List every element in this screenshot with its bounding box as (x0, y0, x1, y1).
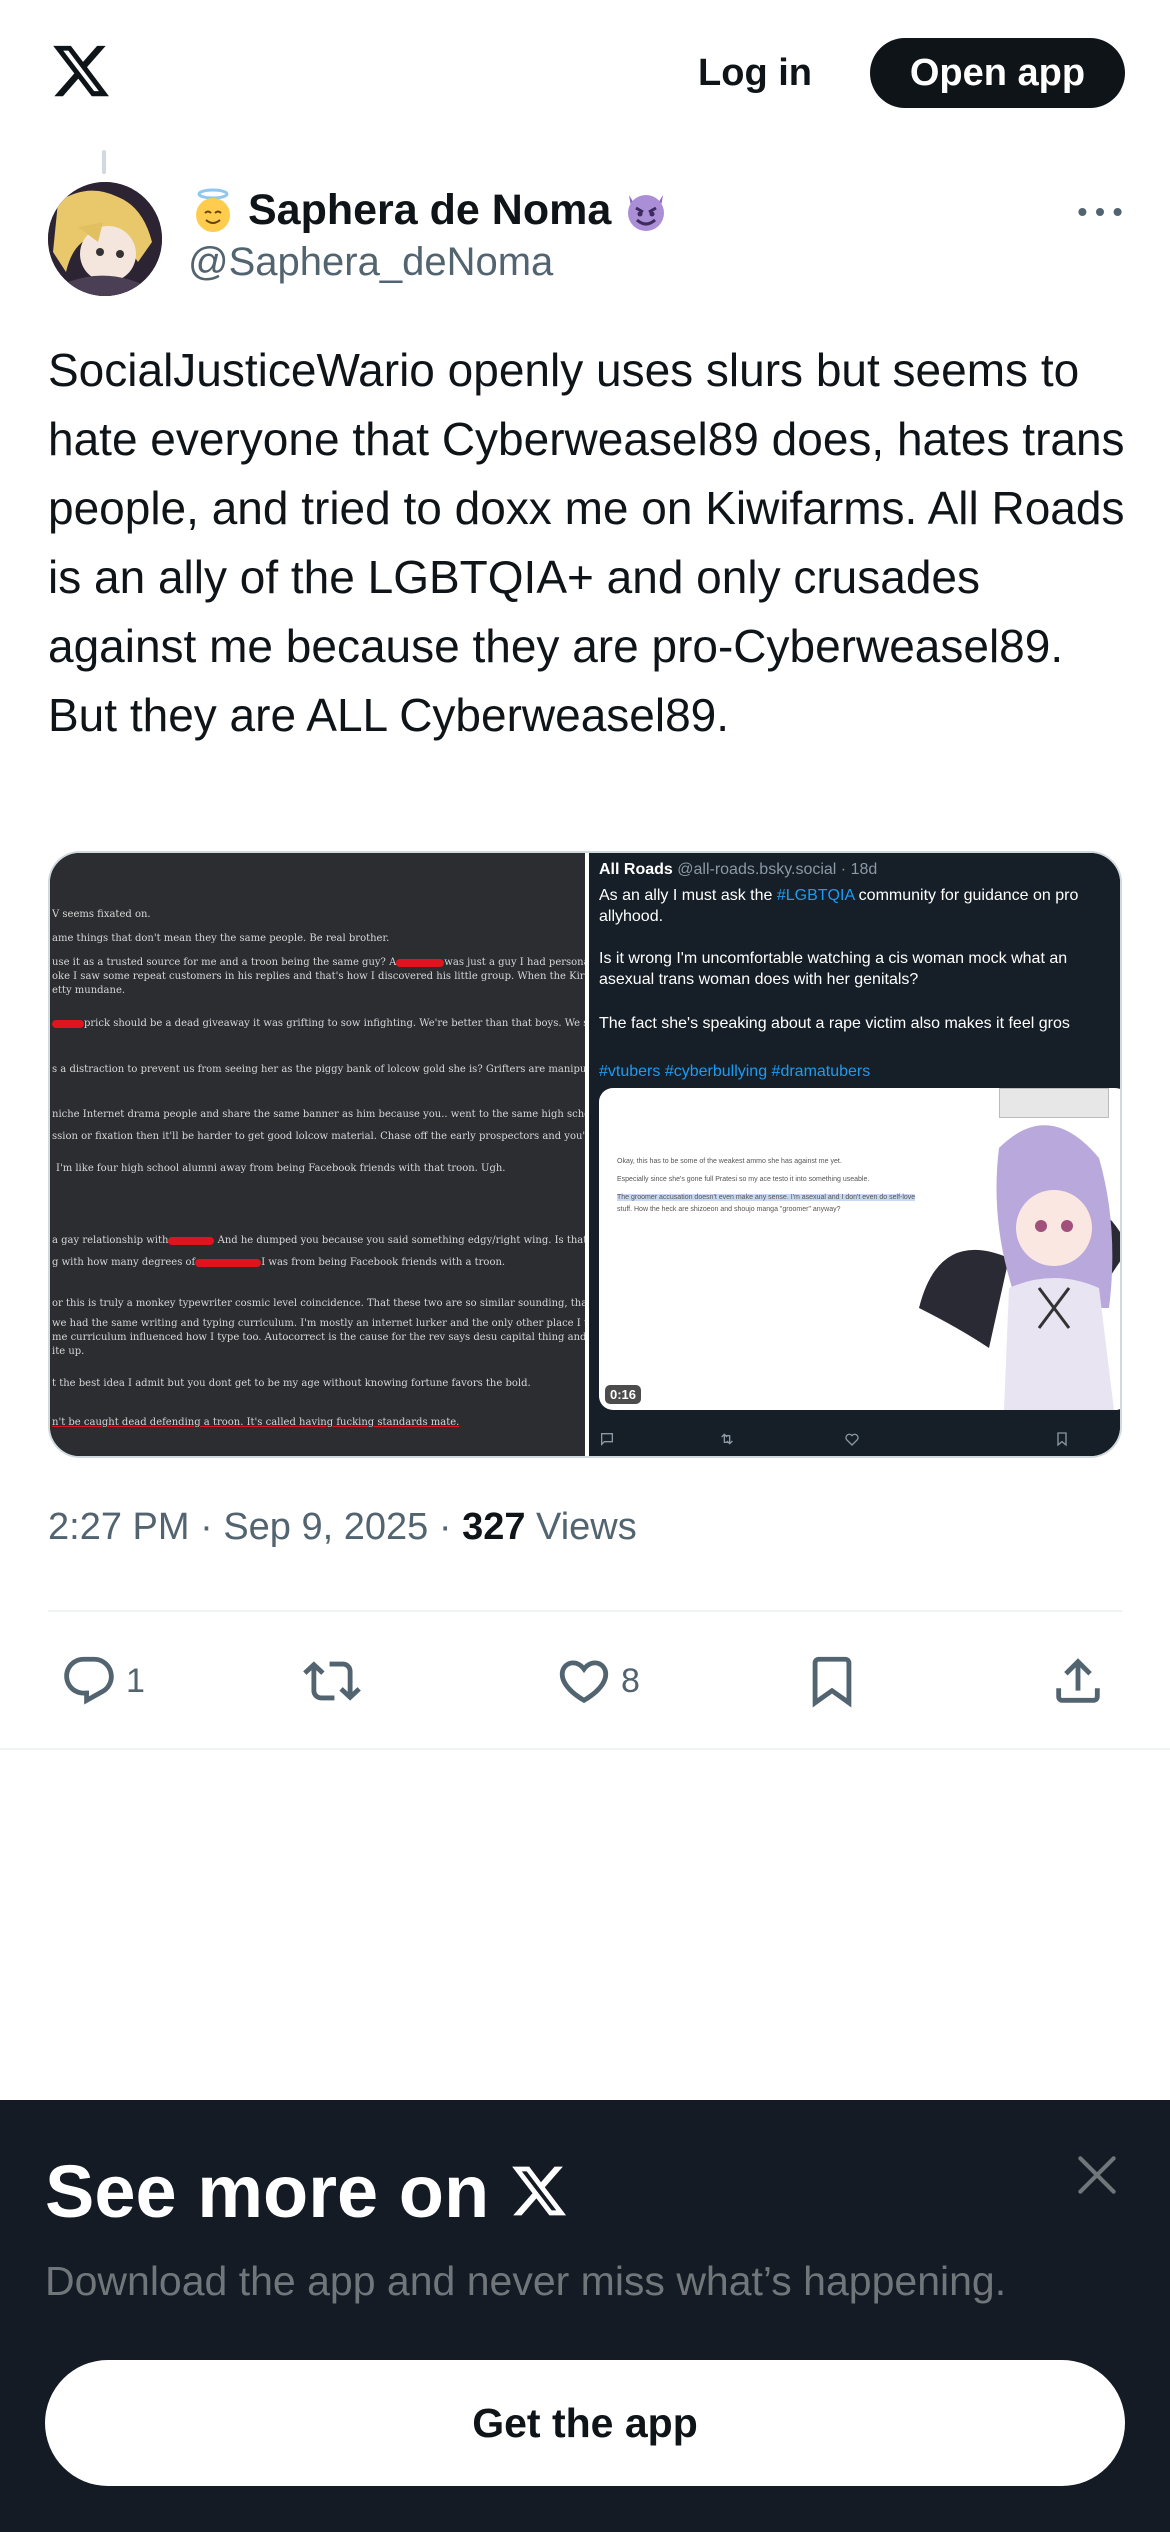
video-text-line: Okay, this has to be some of the weakest… (617, 1158, 842, 1165)
reply-count: 1 (126, 1661, 145, 1700)
x-logo-icon (512, 2166, 567, 2216)
image-text-line: oke I saw some repeat customers in his r… (52, 971, 585, 982)
embedded-video-thumbnail: Okay, this has to be some of the weakest… (599, 1088, 1120, 1410)
image-text-line: I'm like four high school alumni away fr… (56, 1163, 506, 1174)
tweet-meta-row: 2:27 PM · Sep 9, 2025 · 327 Views (48, 1506, 637, 1549)
meta-separator: · (200, 1506, 224, 1548)
reply-icon (64, 1656, 114, 1705)
repost-icon (303, 1661, 361, 1701)
image-text-line: me curriculum influenced how I type too.… (52, 1332, 585, 1343)
video-text-line: stuff. How the heck are shizoeon and sho… (617, 1206, 841, 1213)
tweet-text: SocialJusticeWario openly uses slurs but… (48, 344, 1125, 741)
tweet-time[interactable]: 2:27 PM (48, 1506, 190, 1548)
more-options-icon[interactable] (1070, 190, 1130, 234)
image-text-line: g with how many degrees of I was from bei… (52, 1257, 506, 1268)
image-text-line: a gay relationship with And he dumped yo… (52, 1235, 585, 1246)
redaction-mark (195, 1258, 262, 1267)
bookmark-icon (812, 1656, 852, 1708)
media-image-right[interactable]: All Roads @all-roads.bsky.social · 18d A… (589, 853, 1120, 1456)
image-text-line: use it as a trusted source for me and a … (52, 957, 585, 968)
bookmark-button[interactable] (803, 1646, 861, 1716)
reply-button[interactable]: 1 (60, 1646, 145, 1716)
thread-connector-line (102, 150, 106, 174)
smiling-imp-emoji-icon (621, 185, 671, 235)
repost-icon (721, 1433, 733, 1445)
embedded-post-hashtags: #vtubers #cyberbullying #dramatubers (599, 1063, 871, 1080)
bookmark-icon (1057, 1432, 1067, 1447)
video-text-line: The groomer accusation doesn't even make… (617, 1194, 916, 1201)
image-text-line: ite up. (52, 1346, 85, 1357)
reply-icon (601, 1433, 613, 1446)
embedded-post-text: The fact she's speaking about a rape vic… (599, 1015, 1070, 1032)
video-duration-badge: 0:16 (605, 1385, 642, 1404)
like-icon (845, 1433, 859, 1446)
avatar[interactable] (48, 182, 162, 296)
video-text-line: Especially since she's gone full Pratesi… (617, 1176, 870, 1183)
share-button[interactable] (1049, 1646, 1107, 1716)
image-text-line: niche Internet drama people and share th… (52, 1109, 585, 1120)
image-text-line: we had the same writing and typing curri… (52, 1318, 585, 1329)
share-icon (1056, 1658, 1100, 1703)
like-button[interactable]: 8 (555, 1646, 640, 1716)
image-text-line: ssion or fixation then it'll be harder t… (52, 1131, 585, 1142)
author-handle[interactable]: @Saphera_deNoma (188, 240, 553, 285)
image-text-line: t the best idea I admit but you dont get… (52, 1378, 531, 1389)
sheet-title-text: See more on (45, 2149, 490, 2233)
tweet-media-grid[interactable]: V seems fixated on. ame things that don'… (48, 851, 1122, 1458)
divider (0, 1748, 1170, 1750)
get-the-app-button[interactable]: Get the app (45, 2360, 1125, 2486)
like-count: 8 (621, 1661, 640, 1700)
image-text-line: n't be caught dead defending a troon. It… (52, 1417, 460, 1428)
image-text-line: etty mundane. (52, 985, 126, 996)
embedded-post-text: As an ally I must ask the #LGBTQIA commu… (599, 887, 1079, 904)
close-icon[interactable] (1072, 2150, 1122, 2200)
image-text-line: or this is truly a monkey typewriter cos… (52, 1298, 585, 1309)
meta-separator: · (438, 1506, 463, 1548)
views-count: 327 (462, 1506, 526, 1548)
embedded-post-header: All Roads @all-roads.bsky.social · 18d (599, 861, 878, 878)
repost-button[interactable] (303, 1646, 361, 1716)
image-text-line: s a distraction to prevent us from seein… (52, 1064, 585, 1075)
divider (48, 1610, 1122, 1612)
image-text-line: V seems fixated on. (52, 909, 151, 920)
views-label: Views (536, 1506, 637, 1548)
open-app-button[interactable]: Open app (870, 38, 1125, 108)
login-button[interactable]: Log in (678, 38, 832, 108)
tweet-date[interactable]: Sep 9, 2025 (223, 1506, 428, 1548)
vtuber-avatar-icon (919, 1125, 1120, 1410)
sheet-title: See more on (45, 2146, 571, 2236)
image-text-line: prick should be a dead giveaway it was g… (52, 1018, 585, 1029)
angel-face-emoji-icon (188, 185, 238, 235)
x-logo-icon[interactable] (48, 40, 114, 102)
embedded-post-text: allyhood. (599, 908, 664, 925)
redaction-mark (52, 1019, 84, 1028)
author-name-row[interactable]: Saphera de Noma (188, 180, 671, 240)
redaction-mark (168, 1236, 215, 1245)
redaction-mark (396, 958, 445, 967)
media-image-left[interactable]: V seems fixated on. ame things that don'… (50, 853, 585, 1456)
embedded-post-text: asexual trans woman does with her genita… (599, 971, 919, 988)
author-display-name[interactable]: Saphera de Noma (248, 186, 611, 235)
embedded-post-text: Is it wrong I'm uncomfortable watching a… (599, 950, 1068, 967)
like-icon (559, 1660, 609, 1704)
embedded-post-actions (589, 1423, 1120, 1453)
sheet-subtitle: Download the app and never miss what’s h… (45, 2258, 1007, 2304)
image-text-line: ame things that don't mean they the same… (52, 933, 390, 944)
top-bar: Log in Open app (0, 0, 1170, 145)
